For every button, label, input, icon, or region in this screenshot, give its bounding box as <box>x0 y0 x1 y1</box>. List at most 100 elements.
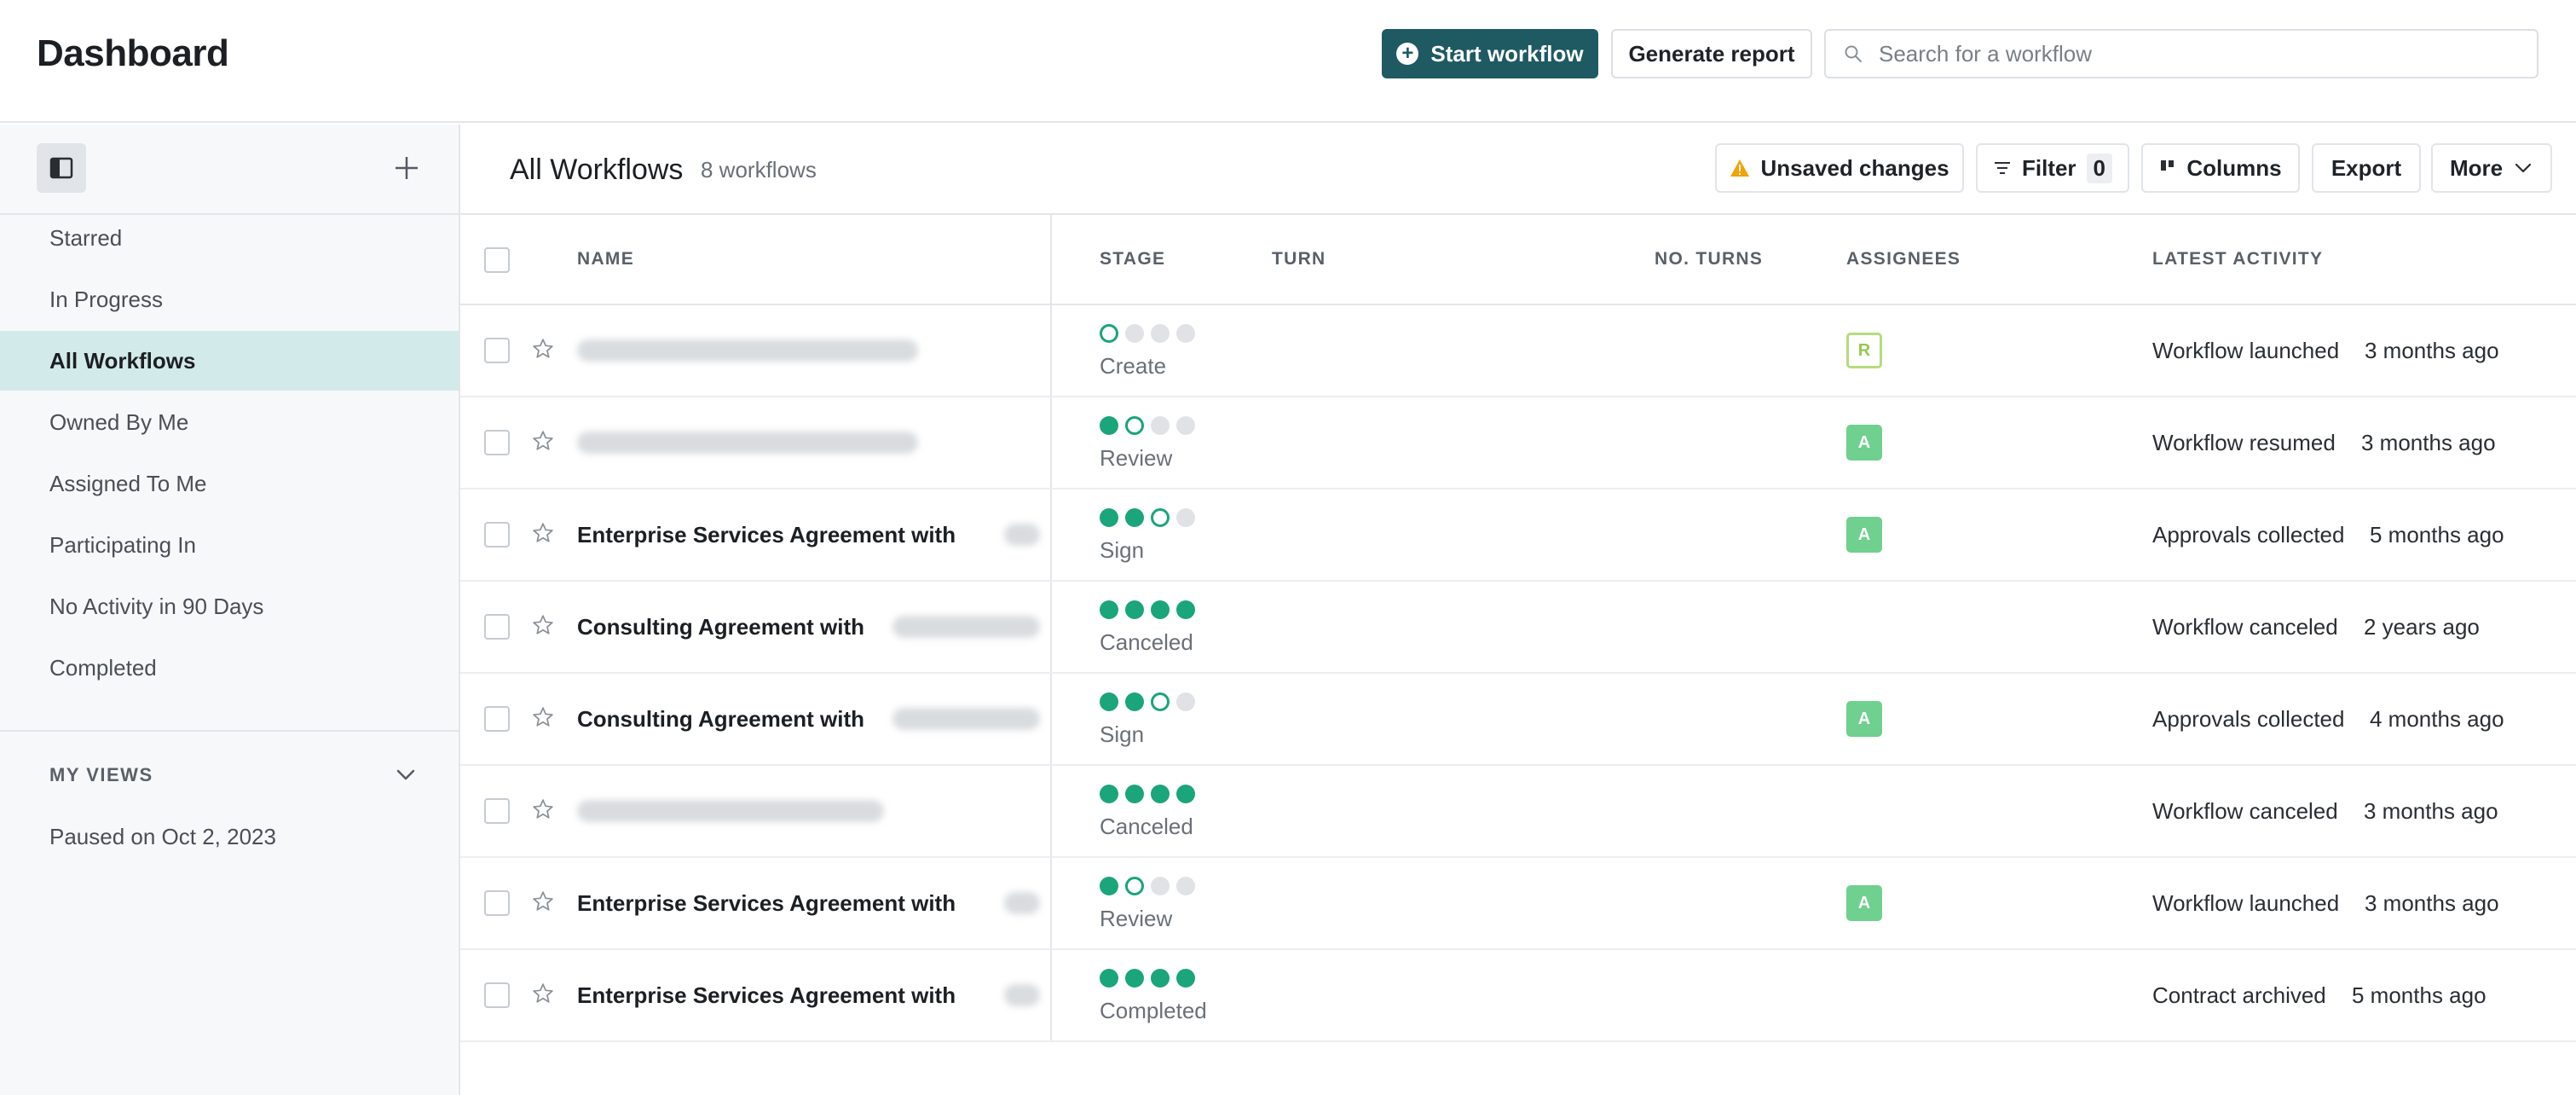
sidebar-item-assigned-to-me[interactable]: Assigned To Me <box>0 454 459 513</box>
table-row[interactable]: Canceled Workflow canceled 3 months ago <box>460 766 2576 858</box>
latest-activity-time: 3 months ago <box>2365 890 2499 916</box>
stage-dot <box>1125 692 1144 711</box>
list-title: All Workflows <box>510 154 684 186</box>
table-row[interactable]: Consulting Agreement with Sign A Approvals … <box>460 674 2576 766</box>
table-row[interactable]: Enterprise Services Agreement with Comple… <box>460 950 2576 1042</box>
top-header: Dashboard + Start workflow Generate repo… <box>0 0 2576 123</box>
sidebar-item-starred[interactable]: Starred <box>0 208 459 268</box>
stage-progress <box>1100 508 1195 527</box>
row-checkbox[interactable] <box>484 890 510 916</box>
table-row[interactable]: Create R Workflow launched 3 months ago <box>460 305 2576 397</box>
star-icon[interactable] <box>532 706 554 733</box>
sidebar-item-owned-by-me[interactable]: Owned By Me <box>0 392 459 452</box>
search-input[interactable] <box>1879 40 2527 67</box>
latest-activity-time: 3 months ago <box>2365 338 2499 363</box>
column-header-latest-activity[interactable]: LATEST ACTIVITY <box>2152 249 2323 269</box>
add-view-button[interactable] <box>382 143 431 193</box>
table-row[interactable]: Enterprise Services Agreement with Sign A A… <box>460 490 2576 582</box>
table-row[interactable]: Consulting Agreement with Canceled Workflo… <box>460 582 2576 674</box>
star-icon[interactable] <box>532 890 554 917</box>
row-checkbox[interactable] <box>484 614 510 640</box>
stage-label: Completed <box>1100 998 1207 1023</box>
stage-dot <box>1100 969 1118 988</box>
stage-progress <box>1100 600 1195 619</box>
workflow-name[interactable]: Consulting Agreement with <box>577 614 864 640</box>
stage-dot <box>1176 785 1195 803</box>
star-icon[interactable] <box>532 522 554 548</box>
star-icon[interactable] <box>532 982 554 1009</box>
redacted-counterparty <box>1004 524 1040 546</box>
sidebar-item-no-activity-in-90-days[interactable]: No Activity in 90 Days <box>0 576 459 636</box>
row-checkbox[interactable] <box>484 430 510 455</box>
column-header-assignees[interactable]: ASSIGNEES <box>1846 249 1961 269</box>
workflow-name[interactable]: Enterprise Services Agreement with <box>577 890 956 917</box>
star-icon[interactable] <box>532 338 554 364</box>
stage-dot <box>1176 324 1195 343</box>
row-checkbox[interactable] <box>484 706 510 732</box>
assignee-avatar[interactable]: R <box>1846 333 1882 368</box>
workflow-name[interactable]: Enterprise Services Agreement with <box>577 982 956 1009</box>
search-box[interactable] <box>1824 29 2538 78</box>
columns-button[interactable]: Columns <box>2141 143 2300 193</box>
star-icon[interactable] <box>532 430 554 456</box>
stage-dot <box>1151 877 1170 895</box>
stage-label: Canceled <box>1100 814 1193 839</box>
stage-dot <box>1176 416 1195 435</box>
assignee-avatar[interactable]: A <box>1846 425 1882 461</box>
sidebar-item-completed[interactable]: Completed <box>0 638 459 698</box>
generate-report-button[interactable]: Generate report <box>1611 29 1812 78</box>
table-row[interactable]: Enterprise Services Agreement with Review… <box>460 858 2576 950</box>
stage-dot <box>1176 600 1195 619</box>
stage-dot <box>1125 600 1144 619</box>
column-header-stage[interactable]: STAGE <box>1100 249 1165 269</box>
latest-activity-label: Workflow launched <box>2152 338 2340 363</box>
stage-progress <box>1100 416 1195 435</box>
stage-progress <box>1100 877 1195 895</box>
sidebar-item-participating-in[interactable]: Participating In <box>0 515 459 575</box>
row-checkbox[interactable] <box>484 522 510 548</box>
stage-label: Review <box>1100 906 1173 931</box>
redacted-counterparty <box>892 616 1040 638</box>
filter-icon <box>1994 162 2010 174</box>
redacted-workflow-name <box>577 432 918 454</box>
assignee-avatar[interactable]: A <box>1846 517 1882 553</box>
stage-label: Review <box>1100 445 1173 471</box>
workflow-name[interactable]: Enterprise Services Agreement with <box>577 522 956 548</box>
latest-activity-time: 5 months ago <box>2370 522 2504 548</box>
start-workflow-button[interactable]: + Start workflow <box>1382 29 1598 78</box>
column-header-turn[interactable]: TURN <box>1272 249 1326 269</box>
saved-view-item[interactable]: Paused on Oct 2, 2023 <box>49 824 276 850</box>
assignee-avatar[interactable]: A <box>1846 701 1882 737</box>
stage-label: Canceled <box>1100 629 1193 655</box>
stage-dot <box>1100 877 1118 895</box>
divider <box>0 730 459 732</box>
unsaved-changes-button[interactable]: Unsaved changes <box>1715 143 1964 193</box>
sidebar-item-in-progress[interactable]: In Progress <box>0 269 459 329</box>
warning-icon <box>1730 159 1750 177</box>
stage-progress <box>1100 785 1195 803</box>
my-views-toggle[interactable] <box>394 762 418 791</box>
more-button[interactable]: More <box>2431 143 2552 193</box>
stage-dot <box>1125 969 1144 988</box>
workflow-name[interactable]: Consulting Agreement with <box>577 706 864 733</box>
stage-dot <box>1176 877 1195 895</box>
sidebar-item-all-workflows[interactable]: All Workflows <box>0 331 459 391</box>
export-button[interactable]: Export <box>2312 143 2421 193</box>
star-icon[interactable] <box>532 614 554 640</box>
table-row[interactable]: Review A Workflow resumed 3 months ago <box>460 397 2576 490</box>
assignee-avatar[interactable]: A <box>1846 885 1882 921</box>
row-checkbox[interactable] <box>484 338 510 363</box>
star-icon[interactable] <box>532 798 554 825</box>
sidebar-toggle-button[interactable] <box>37 143 86 193</box>
select-all-checkbox[interactable] <box>484 247 510 273</box>
filter-button[interactable]: Filter 0 <box>1976 143 2129 193</box>
column-header-name[interactable]: NAME <box>577 249 634 269</box>
stage-label: Sign <box>1100 537 1145 563</box>
row-checkbox[interactable] <box>484 982 510 1008</box>
stage-dot <box>1151 785 1170 803</box>
stage-dot <box>1151 324 1170 343</box>
row-checkbox[interactable] <box>484 798 510 824</box>
columns-label: Columns <box>2186 154 2282 181</box>
column-header-no-turns[interactable]: NO. TURNS <box>1655 249 1763 269</box>
redacted-counterparty <box>1004 892 1040 914</box>
